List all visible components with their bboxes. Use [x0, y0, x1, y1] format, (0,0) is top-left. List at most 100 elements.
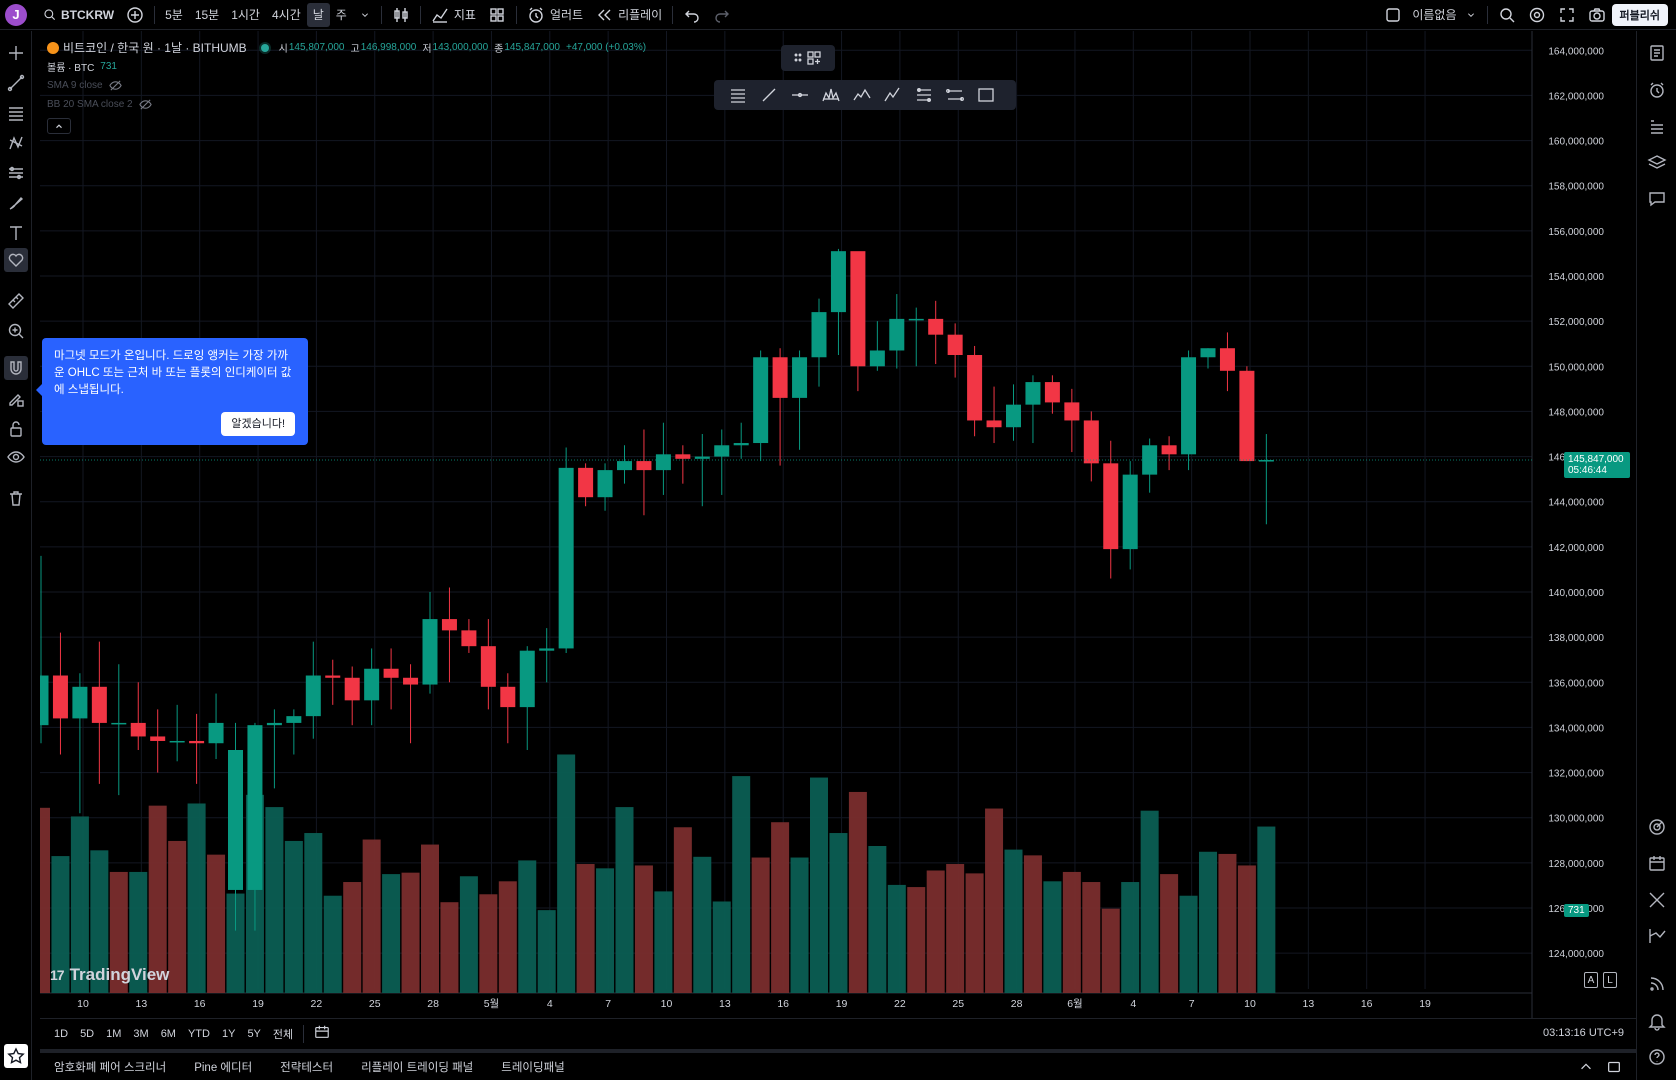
templates-button[interactable] [482, 3, 512, 27]
redo-button[interactable] [707, 3, 737, 27]
range-3m[interactable]: 3M [127, 1028, 154, 1040]
interval-day[interactable]: 날 [306, 2, 330, 27]
user-avatar[interactable]: J [5, 3, 27, 26]
candle-body [441, 619, 457, 631]
legend-collapse-button[interactable] [47, 118, 71, 134]
notifications-button[interactable] [1645, 1009, 1669, 1033]
alerts-panel-button[interactable] [1645, 78, 1669, 102]
fav-horizontal-lines[interactable] [722, 80, 753, 110]
stay-drawing-tool[interactable] [4, 387, 28, 411]
fav-fib-channel[interactable] [908, 80, 939, 110]
watchlist-button[interactable] [1645, 41, 1669, 65]
fav-trend-line[interactable] [753, 80, 784, 110]
range-1d[interactable]: 1D [48, 1028, 74, 1040]
interval-15m[interactable]: 15분 [189, 3, 225, 27]
auto-scale-button[interactable]: A [1584, 972, 1598, 988]
candle-body [422, 619, 438, 685]
toolbar-divider [303, 1024, 305, 1043]
range-5y[interactable]: 5Y [241, 1028, 266, 1040]
news-feed-button[interactable] [1645, 972, 1669, 996]
magnet-tool[interactable] [4, 356, 28, 380]
tab-pine-editor[interactable]: Pine 에디터 [180, 1059, 266, 1075]
candlestick-chart[interactable]: 164,000,000 162,000,000 160,000,000 158,000… [40, 31, 1636, 1018]
layers-button[interactable] [1645, 151, 1669, 175]
volume-bar [1004, 849, 1023, 993]
ruler-icon [8, 293, 24, 309]
zoom-tool[interactable] [4, 319, 28, 343]
tab-replay-trading[interactable]: 리플레이 트레이딩 패널 [347, 1059, 487, 1075]
range-1y[interactable]: 1Y [216, 1028, 241, 1040]
tooltip-dismiss-button[interactable]: 알겠습니다! [221, 412, 295, 436]
indicators-button[interactable]: 지표 [425, 3, 482, 27]
text-tool[interactable] [4, 221, 28, 245]
range-ytd[interactable]: YTD [182, 1028, 216, 1040]
trend-line-tool[interactable] [4, 71, 28, 95]
symbol-title[interactable]: 비트코인 / 한국 원 · 1날 · BITHUMB [63, 39, 247, 56]
range-6m[interactable]: 6M [155, 1028, 182, 1040]
tab-strategy-tester[interactable]: 전략테스터 [266, 1059, 347, 1075]
range-5d[interactable]: 5D [74, 1028, 100, 1040]
eye-hidden-icon[interactable] [108, 79, 122, 92]
fib-tool[interactable] [4, 101, 28, 125]
alert-button[interactable]: 얼러트 [521, 3, 589, 27]
lock-drawings-tool[interactable] [4, 417, 28, 441]
undo-button[interactable] [677, 3, 707, 27]
symbol-search-button[interactable]: BTCKRW [37, 3, 120, 27]
tab-trading-panel[interactable]: 트레이딩패널 [487, 1059, 578, 1075]
fav-parallel-channel[interactable] [939, 80, 970, 110]
sma-legend-row[interactable]: SMA 9 close [47, 76, 652, 95]
brush-tool[interactable] [4, 191, 28, 215]
chart-pane[interactable]: 164,000,000 162,000,000 160,000,000 158,000… [40, 31, 1636, 1031]
interval-5m[interactable]: 5분 [159, 3, 189, 27]
price-tick-label: 130,000,000 [1548, 814, 1604, 825]
volume-bar [985, 808, 1004, 993]
hide-drawings-tool[interactable] [4, 445, 28, 469]
fav-horizontal-ray[interactable] [784, 80, 815, 110]
calendar-button[interactable] [1645, 851, 1669, 875]
watchlist-star-button[interactable] [4, 1044, 28, 1068]
bb-legend-row[interactable]: BB 20 SMA close 2 [47, 95, 652, 114]
goto-date-button[interactable] [308, 1024, 336, 1043]
measure-tool[interactable] [4, 289, 28, 313]
timezone-clock[interactable]: 03:13:16 UTC+9 [1543, 1027, 1624, 1039]
icon-tool[interactable] [4, 248, 28, 272]
chat-button[interactable] [1645, 187, 1669, 211]
fav-head-shoulders[interactable] [815, 80, 846, 110]
snapshot-button[interactable] [1582, 3, 1612, 27]
floating-toolbar-grip[interactable] [781, 45, 835, 71]
tab-crypto-screener[interactable]: 암호화폐 페어 스크리너 [40, 1059, 180, 1075]
crosshair-tool[interactable] [4, 41, 28, 65]
maximize-panel-icon[interactable] [1606, 1059, 1622, 1075]
interval-week[interactable]: 주 [330, 3, 353, 27]
fav-rectangle[interactable] [970, 80, 1001, 110]
fav-elliott-wave[interactable] [846, 80, 877, 110]
chart-type-button[interactable] [386, 3, 416, 27]
chevron-up-icon[interactable] [1578, 1059, 1594, 1075]
pattern-tool[interactable] [4, 131, 28, 155]
hotlist-button[interactable] [1645, 815, 1669, 839]
layout-button[interactable]: 이름없음 [1378, 3, 1482, 27]
quick-search-button[interactable] [1492, 3, 1522, 27]
compare-symbol-button[interactable] [120, 3, 150, 27]
eye-hidden-icon[interactable] [138, 98, 152, 111]
publish-button[interactable]: 퍼블리쉬 [1611, 3, 1668, 26]
replay-button[interactable]: 리플레이 [589, 3, 668, 27]
fav-abc-pattern[interactable] [877, 80, 908, 110]
interval-dropdown[interactable] [353, 3, 377, 27]
fullscreen-button[interactable] [1552, 3, 1582, 27]
range-all[interactable]: 전체 [267, 1026, 299, 1042]
remove-drawings-tool[interactable] [4, 486, 28, 510]
interval-1h[interactable]: 1시간 [225, 3, 266, 27]
forecast-tool[interactable] [4, 161, 28, 185]
range-1m[interactable]: 1M [100, 1028, 127, 1040]
settings-button[interactable] [1522, 3, 1552, 27]
log-scale-button[interactable]: L [1603, 972, 1617, 988]
interval-4h[interactable]: 4시간 [266, 3, 307, 27]
streams-button[interactable] [1645, 924, 1669, 948]
candle-body [519, 650, 535, 708]
object-tree-button[interactable] [1645, 115, 1669, 139]
ideas-button[interactable] [1645, 888, 1669, 912]
tradingview-logo[interactable]: 17 TradingView [50, 965, 169, 985]
volume-legend-row[interactable]: 볼륨 · BTC 731 [47, 57, 652, 76]
help-button[interactable] [1645, 1045, 1669, 1069]
